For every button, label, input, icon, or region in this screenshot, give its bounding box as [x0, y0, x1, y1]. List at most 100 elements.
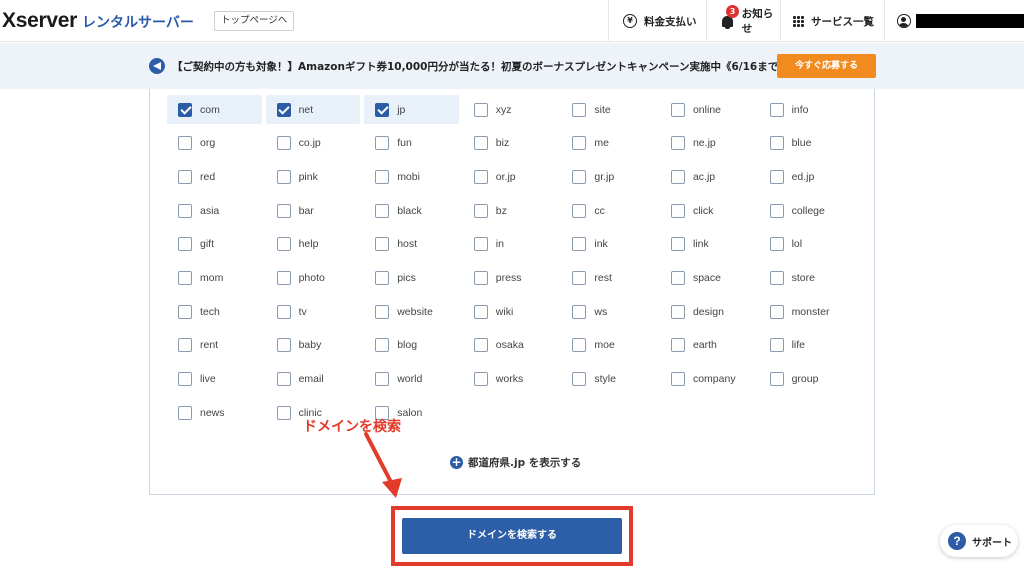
tld-checkbox[interactable] — [375, 338, 390, 353]
tld-option-monster[interactable]: monster — [759, 297, 854, 326]
tld-option-net[interactable]: net — [265, 95, 361, 124]
tld-checkbox[interactable] — [276, 136, 291, 151]
tld-checkbox[interactable] — [178, 338, 192, 353]
search-domain-button[interactable]: ドメインを検索する — [402, 518, 622, 554]
campaign-text[interactable]: 【ご契約中の方も対象！】Amazonギフト券10,000円分が当たる！初夏のボー… — [172, 59, 789, 74]
tld-option-bz[interactable]: bz — [463, 196, 558, 225]
nav-account[interactable] — [884, 0, 1024, 42]
tld-checkbox[interactable] — [375, 102, 390, 117]
tld-checkbox[interactable] — [276, 372, 291, 386]
tld-option-live[interactable]: live — [167, 365, 262, 394]
nav-services[interactable]: サービス一覧 — [780, 0, 884, 42]
tld-option-baby[interactable]: baby — [266, 331, 361, 360]
tld-checkbox[interactable] — [572, 304, 587, 319]
tld-option-site[interactable]: site — [561, 95, 656, 124]
tld-checkbox[interactable] — [178, 237, 192, 252]
tld-option-rest[interactable]: rest — [561, 263, 656, 292]
tld-option-jp[interactable]: jp — [364, 95, 459, 124]
tld-checkbox[interactable] — [769, 338, 784, 353]
tld-checkbox[interactable] — [769, 102, 784, 117]
tld-option-or-jp[interactable]: or.jp — [463, 162, 558, 191]
tld-option-link[interactable]: link — [660, 230, 755, 259]
tld-option-design[interactable]: design — [660, 297, 755, 326]
tld-option-rent[interactable]: rent — [167, 331, 262, 360]
tld-checkbox[interactable] — [375, 304, 390, 319]
tld-checkbox[interactable] — [572, 270, 587, 285]
logo[interactable]: Xserver レンタルサーバー — [2, 9, 194, 33]
tld-option-click[interactable]: click — [660, 196, 755, 225]
tld-checkbox[interactable] — [572, 237, 587, 252]
tld-checkbox[interactable] — [670, 237, 685, 252]
tld-checkbox[interactable] — [178, 136, 192, 151]
tld-checkbox[interactable] — [178, 270, 192, 285]
tld-checkbox[interactable] — [178, 372, 192, 386]
tld-option-company[interactable]: company — [660, 365, 755, 394]
tld-checkbox[interactable] — [473, 102, 488, 117]
tld-option-online[interactable]: online — [660, 95, 755, 124]
tld-option-college[interactable]: college — [759, 196, 854, 225]
tld-option-ne-jp[interactable]: ne.jp — [660, 129, 755, 158]
tld-option-space[interactable]: space — [660, 263, 755, 292]
tld-checkbox[interactable] — [276, 270, 291, 285]
top-page-link[interactable]: トップページへ — [214, 11, 295, 31]
tld-option-world[interactable]: world — [364, 365, 459, 394]
tld-checkbox[interactable] — [670, 338, 685, 353]
tld-checkbox[interactable] — [276, 405, 291, 420]
tld-checkbox[interactable] — [670, 169, 685, 184]
tld-option-ink[interactable]: ink — [561, 230, 656, 259]
tld-checkbox[interactable] — [572, 203, 587, 218]
tld-option-host[interactable]: host — [364, 230, 459, 259]
tld-checkbox[interactable] — [178, 203, 192, 218]
tld-option-co-jp[interactable]: co.jp — [266, 129, 361, 158]
tld-option-osaka[interactable]: osaka — [463, 331, 558, 360]
tld-option-press[interactable]: press — [463, 263, 558, 292]
tld-option-store[interactable]: store — [759, 263, 854, 292]
tld-checkbox[interactable] — [178, 169, 192, 184]
tld-option-mom[interactable]: mom — [167, 263, 262, 292]
tld-checkbox[interactable] — [473, 136, 488, 151]
tld-checkbox[interactable] — [769, 304, 784, 319]
tld-checkbox[interactable] — [375, 270, 390, 285]
tld-option-mobi[interactable]: mobi — [364, 162, 459, 191]
tld-option-email[interactable]: email — [266, 365, 361, 394]
tld-checkbox[interactable] — [769, 237, 784, 252]
tld-checkbox[interactable] — [670, 102, 685, 117]
tld-option-style[interactable]: style — [561, 365, 656, 394]
tld-option-cc[interactable]: cc — [561, 196, 656, 225]
tld-checkbox[interactable] — [670, 372, 685, 386]
apply-now-button[interactable]: 今すぐ応募する — [777, 54, 876, 78]
tld-checkbox[interactable] — [572, 102, 587, 117]
nav-notice[interactable]: 3 お知らせ — [706, 0, 780, 42]
tld-option-photo[interactable]: photo — [266, 263, 361, 292]
tld-checkbox[interactable] — [473, 338, 488, 353]
tld-option-org[interactable]: org — [167, 129, 262, 158]
tld-checkbox[interactable] — [178, 304, 192, 319]
tld-checkbox[interactable] — [572, 372, 587, 386]
tld-checkbox[interactable] — [473, 169, 488, 184]
tld-checkbox[interactable] — [473, 304, 488, 319]
tld-checkbox[interactable] — [473, 203, 488, 218]
tld-option-tech[interactable]: tech — [167, 297, 262, 326]
tld-option-in[interactable]: in — [463, 230, 558, 259]
tld-checkbox[interactable] — [769, 169, 784, 184]
tld-option-website[interactable]: website — [364, 297, 459, 326]
tld-option-earth[interactable]: earth — [660, 331, 755, 360]
tld-checkbox[interactable] — [178, 405, 192, 420]
tld-checkbox[interactable] — [375, 169, 390, 184]
tld-option-lol[interactable]: lol — [759, 230, 854, 259]
tld-checkbox[interactable] — [769, 372, 784, 386]
tld-checkbox[interactable] — [572, 169, 587, 184]
tld-checkbox[interactable] — [375, 203, 390, 218]
tld-checkbox[interactable] — [670, 203, 685, 218]
tld-checkbox[interactable] — [276, 304, 291, 319]
tld-option-me[interactable]: me — [561, 129, 656, 158]
tld-checkbox[interactable] — [670, 270, 685, 285]
tld-checkbox[interactable] — [276, 203, 291, 218]
tld-checkbox[interactable] — [769, 136, 784, 151]
support-button[interactable]: ? サポート — [940, 525, 1018, 557]
tld-checkbox[interactable] — [276, 338, 291, 353]
tld-checkbox[interactable] — [670, 136, 685, 151]
tld-checkbox[interactable] — [670, 304, 685, 319]
tld-option-red[interactable]: red — [167, 162, 262, 191]
tld-option-group[interactable]: group — [759, 365, 854, 394]
